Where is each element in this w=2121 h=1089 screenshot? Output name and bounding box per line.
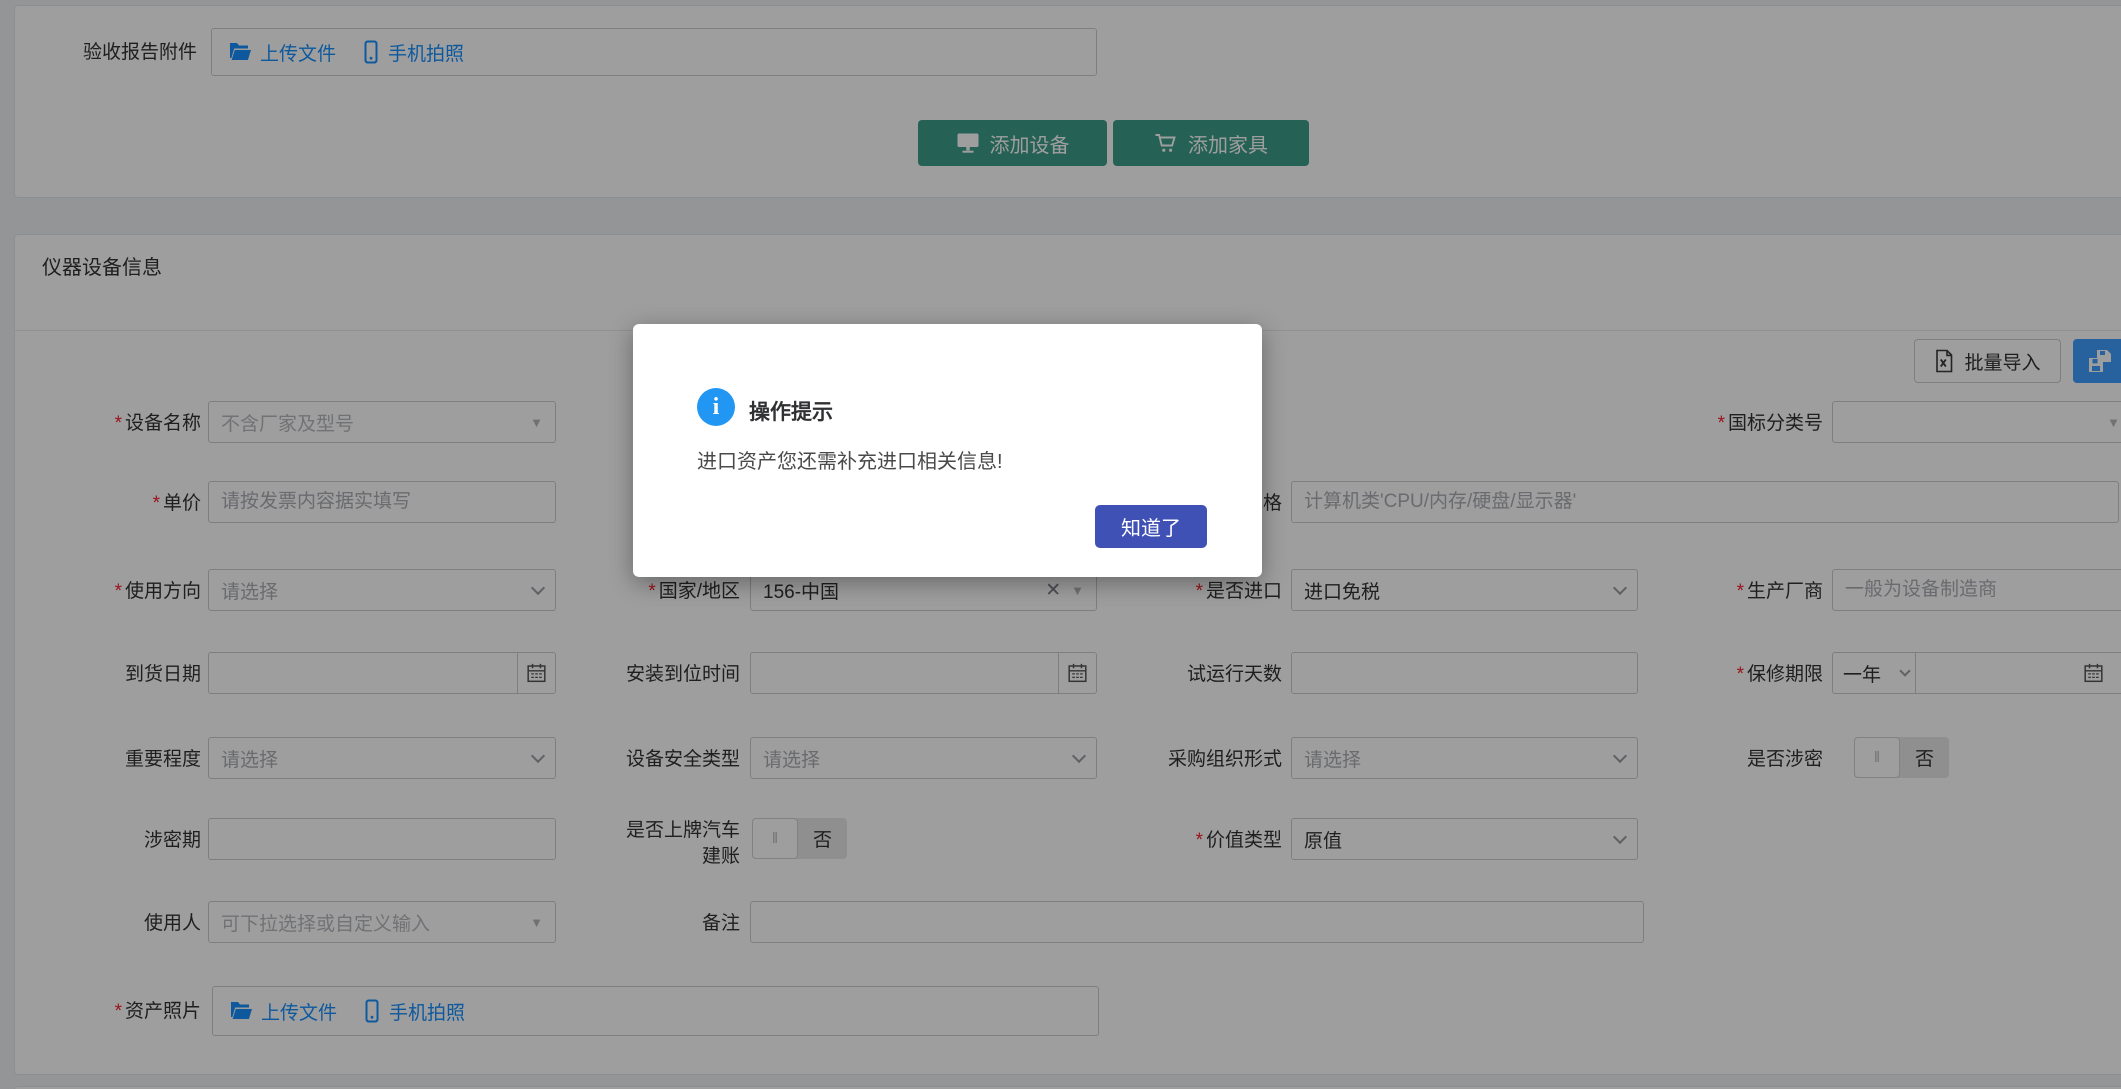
info-icon: i — [697, 388, 735, 426]
confirm-button[interactable]: 知道了 — [1095, 505, 1207, 548]
operation-tip-dialog: i 操作提示 进口资产您还需补充进口相关信息! 知道了 — [633, 324, 1262, 577]
dialog-message: 进口资产您还需补充进口相关信息! — [697, 451, 1003, 473]
dialog-title: 操作提示 — [749, 401, 833, 424]
